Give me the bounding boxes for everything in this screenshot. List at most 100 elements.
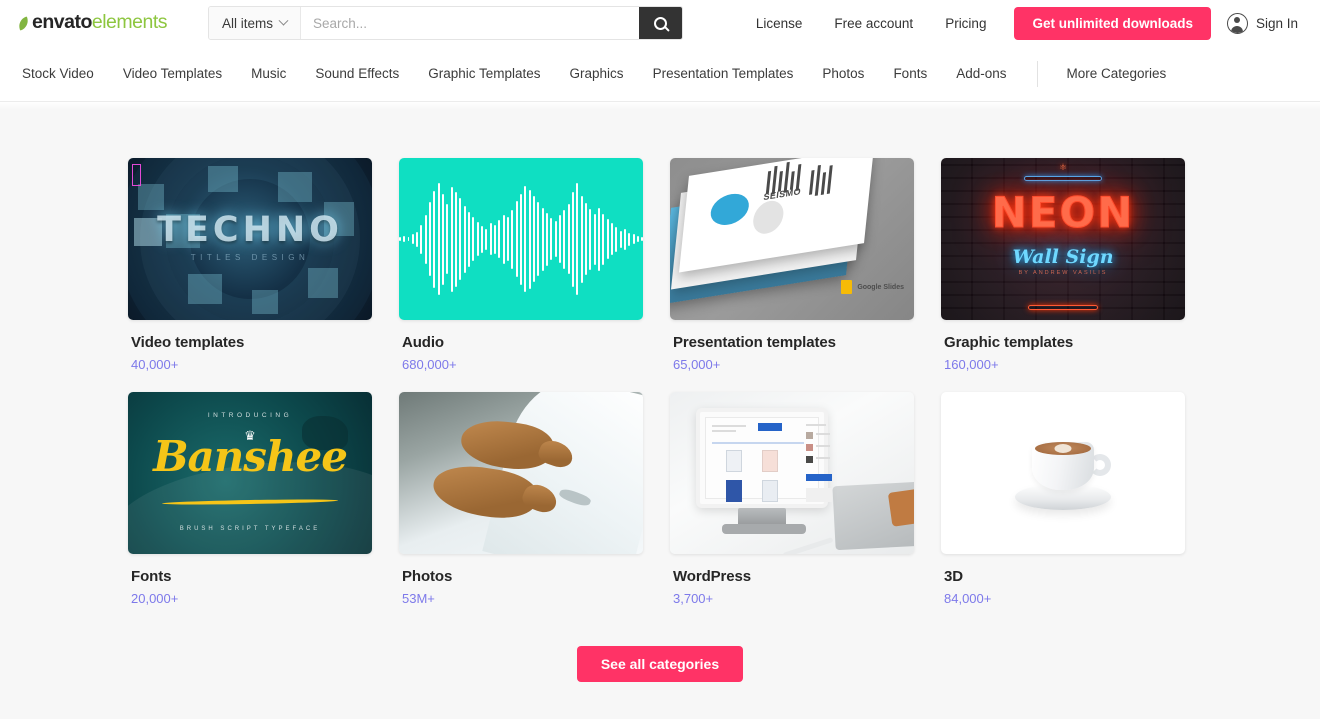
nav-item-add-ons[interactable]: Add-ons bbox=[942, 66, 1021, 81]
stylus-shape bbox=[782, 537, 834, 554]
nav-item-graphics[interactable]: Graphics bbox=[555, 66, 638, 81]
category-card-grid: TECHNO TITLES DESIGN Video templates 40,… bbox=[0, 102, 1320, 606]
header-link-pricing[interactable]: Pricing bbox=[929, 16, 1002, 31]
waveform-bar bbox=[429, 202, 432, 276]
waveform-bar bbox=[494, 224, 496, 254]
category-card-presentation-templates[interactable]: SEISMO Google Slides Presentation templa… bbox=[670, 158, 914, 372]
category-card-fonts[interactable]: INTRODUCING ♛ Banshee BRUSH SCRIPT TYPEF… bbox=[128, 392, 372, 606]
waveform-bar bbox=[554, 221, 557, 257]
logo-product-text: elements bbox=[91, 11, 168, 34]
nav-item-sound-effects[interactable]: Sound Effects bbox=[301, 66, 414, 81]
techno-square bbox=[252, 290, 278, 314]
card-title: Presentation templates bbox=[673, 334, 836, 351]
card-title: Photos bbox=[402, 568, 453, 585]
nav-item-fonts[interactable]: Fonts bbox=[879, 66, 942, 81]
screen-block bbox=[726, 450, 742, 472]
waveform-bar bbox=[571, 191, 574, 287]
leather-case-shape bbox=[887, 487, 914, 527]
search-scope-dropdown[interactable]: All items bbox=[209, 7, 302, 39]
waveform-bar bbox=[619, 230, 622, 248]
neon-ornament-icon: ⚛ bbox=[1058, 162, 1068, 172]
screen-block bbox=[762, 480, 778, 502]
nav-item-graphic-templates[interactable]: Graphic Templates bbox=[414, 66, 555, 81]
google-slides-badge: Google Slides bbox=[841, 280, 904, 294]
audio-waveform-thumbnail bbox=[399, 158, 643, 320]
nav-item-stock-video[interactable]: Stock Video bbox=[22, 66, 108, 81]
presentation-slides-thumbnail: SEISMO Google Slides bbox=[670, 158, 914, 320]
waveform-bar bbox=[502, 214, 505, 264]
category-card-graphic-templates[interactable]: ⚛ NEON Wall Sign BY ANDREW VASILIS Graph… bbox=[941, 158, 1185, 372]
neon-subline: Wall Sign bbox=[1012, 246, 1114, 268]
google-slides-label: Google Slides bbox=[857, 283, 904, 291]
search-button[interactable] bbox=[639, 7, 682, 39]
nav-item-music[interactable]: Music bbox=[237, 66, 301, 81]
waveform-bar bbox=[442, 193, 445, 285]
screen-block bbox=[712, 425, 746, 427]
waveform-bar bbox=[437, 183, 440, 295]
waveform-bar bbox=[563, 209, 566, 269]
screen-block bbox=[806, 444, 813, 451]
waveform-bar bbox=[507, 217, 509, 261]
logo-brand-text: envato bbox=[32, 11, 92, 34]
techno-square bbox=[278, 172, 312, 202]
waveform-bar bbox=[515, 201, 518, 277]
category-card-wordpress[interactable]: WordPress 3,700+ bbox=[670, 392, 914, 606]
nav-item-presentation-templates[interactable]: Presentation Templates bbox=[638, 66, 808, 81]
font-subline: BRUSH SCRIPT TYPEFACE bbox=[179, 526, 321, 532]
card-count: 40,000+ bbox=[131, 357, 179, 372]
slide-bar bbox=[814, 164, 821, 196]
waveform-bar bbox=[558, 215, 561, 263]
search-scope-label: All items bbox=[222, 15, 274, 31]
category-card-3d[interactable]: 3D 84,000+ bbox=[941, 392, 1185, 606]
waveform-bar bbox=[468, 211, 471, 267]
sign-in-label: Sign In bbox=[1255, 15, 1298, 31]
card-count: 53M+ bbox=[402, 591, 435, 606]
sign-in-button[interactable]: Sign In bbox=[1226, 12, 1300, 34]
get-unlimited-downloads-button[interactable]: Get unlimited downloads bbox=[1014, 6, 1211, 40]
screen-block bbox=[712, 430, 736, 432]
waveform-bar bbox=[481, 225, 484, 253]
category-card-video-templates[interactable]: TECHNO TITLES DESIGN Video templates 40,… bbox=[128, 158, 372, 372]
waveform-bar bbox=[597, 207, 600, 271]
waveform-bar bbox=[628, 232, 631, 246]
see-all-categories-button[interactable]: See all categories bbox=[576, 646, 744, 682]
techno-corner-marker-icon bbox=[132, 164, 141, 186]
waveform-bar bbox=[524, 186, 527, 292]
nav-item-photos[interactable]: Photos bbox=[808, 66, 879, 81]
search-input[interactable] bbox=[301, 7, 639, 39]
nav-item-video-templates[interactable]: Video Templates bbox=[108, 66, 236, 81]
tablet-screen bbox=[705, 417, 832, 502]
banshee-font-thumbnail: INTRODUCING ♛ Banshee BRUSH SCRIPT TYPEF… bbox=[128, 392, 372, 554]
waveform-bar bbox=[407, 237, 410, 241]
techno-subline: TITLES DESIGN bbox=[190, 253, 310, 262]
card-count: 20,000+ bbox=[131, 591, 179, 606]
tablet-device bbox=[696, 408, 832, 508]
waveform-bar bbox=[602, 213, 605, 265]
neon-flourish-top bbox=[1024, 176, 1102, 181]
waveform-bar bbox=[411, 234, 414, 244]
waveform-bar bbox=[424, 214, 427, 264]
screen-block bbox=[758, 423, 782, 431]
waveform-bar bbox=[399, 237, 401, 241]
envato-elements-logo[interactable]: envatoelements bbox=[16, 11, 188, 34]
waveform-bar bbox=[546, 212, 548, 266]
waveform-bar bbox=[576, 183, 579, 295]
slide-bar bbox=[820, 172, 827, 195]
category-card-photos[interactable]: Photos 53M+ bbox=[399, 392, 643, 606]
waveform-bar bbox=[472, 217, 475, 261]
header-link-free-account[interactable]: Free account bbox=[818, 16, 929, 31]
techno-video-thumbnail: TECHNO TITLES DESIGN bbox=[128, 158, 372, 320]
waveform-bar bbox=[550, 218, 553, 260]
screen-block bbox=[816, 445, 830, 447]
waveform-bar bbox=[584, 203, 587, 275]
slide-blob-shape bbox=[709, 191, 751, 228]
card-title: WordPress bbox=[673, 568, 752, 585]
header-link-license[interactable]: License bbox=[740, 16, 819, 31]
screen-block bbox=[806, 432, 813, 439]
search-icon bbox=[654, 16, 667, 30]
nav-item-more-categories[interactable]: More Categories bbox=[1052, 66, 1181, 81]
waveform-bar bbox=[485, 228, 488, 250]
category-card-audio[interactable]: Audio 680,000+ bbox=[399, 158, 643, 372]
latte-art-foam bbox=[1054, 444, 1072, 453]
card-title: 3D bbox=[944, 568, 963, 585]
